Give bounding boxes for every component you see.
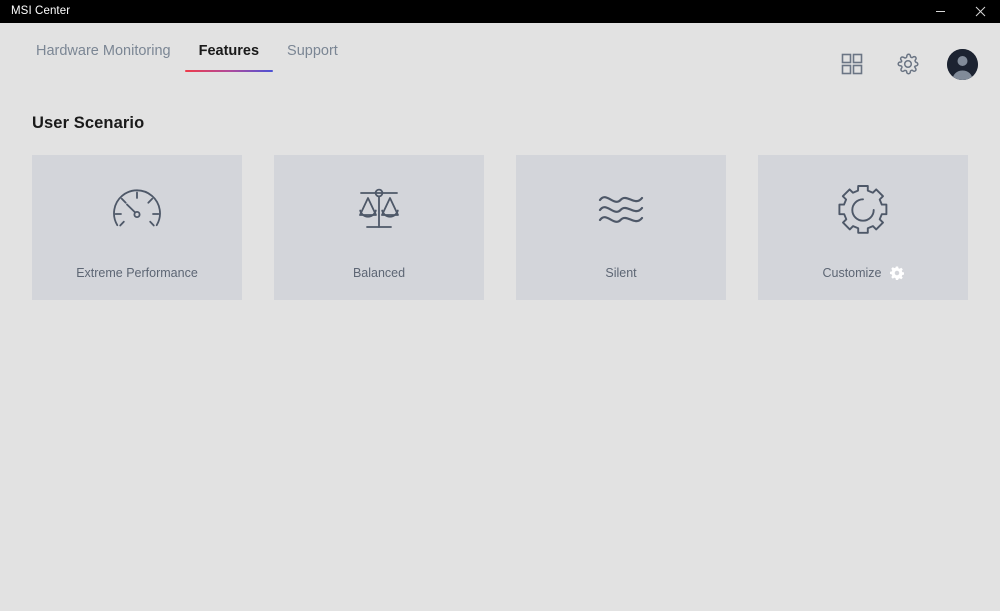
gear-icon[interactable]	[891, 47, 925, 81]
card-label-row: Balanced	[274, 266, 484, 280]
gear-large-icon	[834, 179, 892, 241]
active-tab-underline	[184, 70, 274, 72]
apps-grid-icon[interactable]	[835, 47, 869, 81]
user-scenario-card-grid: Extreme Performance Balanced Silent Cust…	[32, 155, 968, 300]
tab-features[interactable]: Features	[184, 35, 274, 72]
window-title: MSI Center	[11, 5, 71, 17]
nav-actions	[835, 47, 978, 81]
content-area: User Scenario Extreme Performance Balanc…	[0, 96, 1000, 611]
scales-icon	[350, 179, 408, 241]
gear-badge-icon[interactable]	[889, 266, 904, 280]
window-controls	[920, 0, 1000, 23]
close-button[interactable]	[960, 0, 1000, 23]
card-label: Balanced	[352, 266, 406, 280]
card-label: Customize	[822, 266, 882, 280]
tab-label: Support	[287, 43, 338, 59]
page-title: User Scenario	[32, 114, 145, 132]
scenario-card-customize[interactable]: Customize	[758, 155, 968, 300]
scenario-card-silent[interactable]: Silent	[516, 155, 726, 300]
card-label: Silent	[605, 266, 637, 280]
tab-label: Features	[198, 43, 260, 59]
gauge-icon	[108, 179, 166, 241]
card-label-row: Customize	[758, 266, 968, 280]
card-label-row: Silent	[516, 266, 726, 280]
tab-label: Hardware Monitoring	[36, 43, 171, 59]
tab-list: Hardware Monitoring Features Support	[0, 23, 352, 72]
msi-center-window: MSI Center Hardware Monitoring Features …	[0, 0, 1000, 611]
scenario-card-balanced[interactable]: Balanced	[274, 155, 484, 300]
title-bar: MSI Center	[0, 0, 1000, 23]
card-label-row: Extreme Performance	[32, 266, 242, 280]
scenario-card-extreme-performance[interactable]: Extreme Performance	[32, 155, 242, 300]
waves-icon	[592, 179, 650, 241]
top-navigation: Hardware Monitoring Features Support	[0, 23, 1000, 96]
avatar[interactable]	[947, 48, 978, 80]
tab-hardware-monitoring[interactable]: Hardware Monitoring	[22, 35, 185, 64]
minimize-button[interactable]	[920, 0, 960, 23]
tab-support[interactable]: Support	[273, 35, 352, 64]
card-label: Extreme Performance	[76, 266, 198, 280]
